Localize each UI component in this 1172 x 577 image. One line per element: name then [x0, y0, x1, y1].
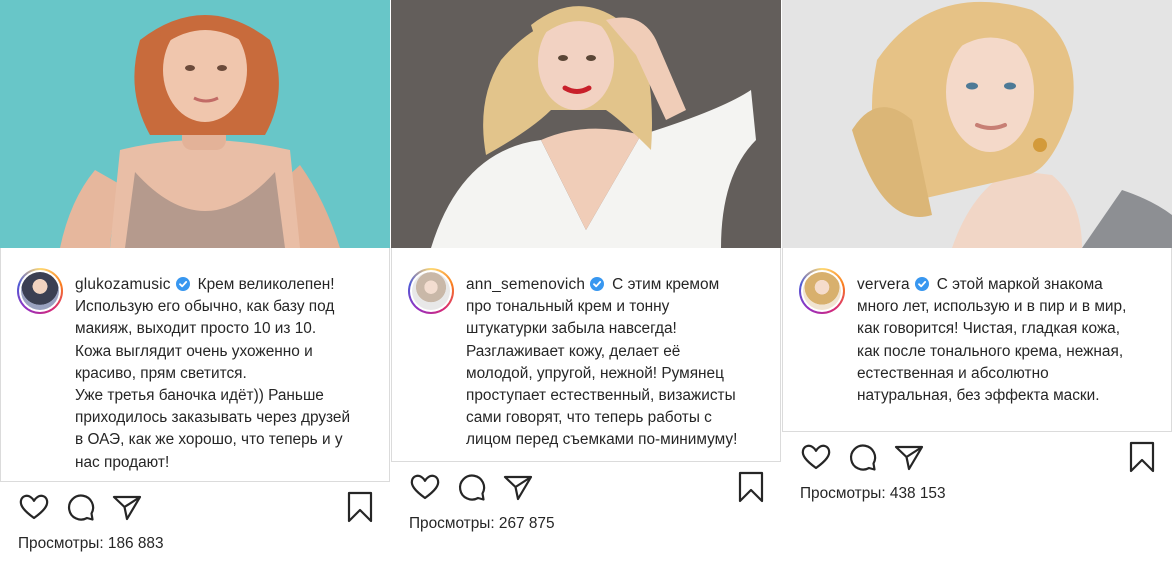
caption-line: как говорится! Чистая, гладкая кожа,	[857, 320, 1120, 338]
post-card: ververa С этой маркой знакома много лет, …	[782, 0, 1172, 577]
views-value: 186 883	[107, 535, 164, 552]
caption-line: много лет, использую и в пир и в мир,	[857, 298, 1127, 316]
caption-line: в ОАЭ, как же хорошо, что теперь и у	[75, 431, 343, 449]
caption-line: проступает естественный, визажисты	[466, 387, 736, 405]
post-caption: ann_semenovich С этим кремом про тональны…	[466, 274, 766, 452]
views-value: 438 153	[889, 485, 946, 502]
action-bar	[0, 490, 390, 530]
comment-icon	[849, 444, 877, 471]
comment-icon	[67, 494, 95, 521]
caption-line: Разглаживает кожу, делает её	[466, 342, 681, 360]
caption-line: С этой маркой знакома	[936, 276, 1103, 293]
views-value: 267 875	[498, 515, 555, 532]
caption-line: как после тонального крема, нежная,	[857, 342, 1124, 360]
caption-line: Крем великолепен!	[197, 276, 335, 293]
like-button[interactable]	[799, 440, 833, 474]
post-caption: glukozamusic Крем великолепен! Использую …	[75, 274, 375, 474]
avatar[interactable]	[408, 268, 454, 314]
caption-line: приходилось заказывать через друзей	[75, 409, 351, 427]
views-count: Просмотры: 438 153	[800, 485, 946, 503]
share-icon	[112, 495, 142, 521]
caption-line: Уже третья баночка идёт)) Раньше	[75, 387, 324, 405]
caption-line: красиво, прям светится.	[75, 364, 247, 382]
caption-line: макияж, выходит просто 10 из 10.	[75, 320, 317, 338]
verified-badge-icon	[914, 277, 929, 291]
bookmark-icon	[1129, 441, 1155, 473]
post-photo-image	[782, 0, 1172, 248]
post-card: ann_semenovich С этим кремом про тональны…	[391, 0, 781, 577]
comment-button[interactable]	[63, 490, 97, 524]
save-button[interactable]	[1125, 440, 1159, 474]
views-label: Просмотры:	[800, 485, 886, 502]
heart-icon	[410, 474, 440, 500]
post-card: glukozamusic Крем великолепен! Использую …	[0, 0, 390, 577]
like-button[interactable]	[17, 490, 51, 524]
post-photo-image	[391, 0, 781, 248]
views-count: Просмотры: 186 883	[18, 535, 164, 553]
heart-icon	[801, 444, 831, 470]
caption-line: сами говорят, что теперь работы с	[466, 409, 712, 427]
avatar-image	[21, 272, 59, 310]
caption-box: ververa С этой маркой знакома много лет, …	[782, 248, 1172, 432]
caption-line: Кожа выглядит очень ухоженно и	[75, 342, 313, 360]
post-photo[interactable]	[391, 0, 781, 248]
caption-box: ann_semenovich С этим кремом про тональны…	[391, 248, 781, 462]
views-count: Просмотры: 267 875	[409, 515, 555, 533]
username-link[interactable]: ververa	[857, 276, 910, 293]
action-bar	[782, 440, 1172, 480]
verified-badge-icon	[590, 277, 605, 291]
username-link[interactable]: glukozamusic	[75, 276, 171, 293]
save-button[interactable]	[343, 490, 377, 524]
avatar[interactable]	[799, 268, 845, 314]
caption-line: про тональный крем и тонну	[466, 298, 670, 316]
share-button[interactable]	[892, 440, 926, 474]
avatar[interactable]	[17, 268, 63, 314]
post-photo[interactable]	[0, 0, 390, 248]
share-button[interactable]	[501, 470, 535, 504]
caption-line: нас продают!	[75, 453, 170, 471]
username-link[interactable]: ann_semenovich	[466, 276, 585, 293]
avatar-image	[803, 272, 841, 310]
comment-icon	[458, 474, 486, 501]
caption-box: glukozamusic Крем великолепен! Использую …	[0, 248, 390, 482]
post-photo[interactable]	[782, 0, 1172, 248]
caption-line: лицом перед съемками по-минимуму!	[466, 431, 738, 449]
comment-button[interactable]	[845, 440, 879, 474]
post-photo-image	[0, 0, 390, 248]
share-icon	[894, 445, 924, 471]
views-label: Просмотры:	[409, 515, 495, 532]
verified-badge-icon	[175, 277, 190, 291]
caption-line: естественная и абсолютно	[857, 364, 1049, 382]
action-bar	[391, 470, 781, 510]
avatar-image	[412, 272, 450, 310]
caption-line: Использую его обычно, как базу под	[75, 298, 335, 316]
bookmark-icon	[738, 471, 764, 503]
like-button[interactable]	[408, 470, 442, 504]
comment-button[interactable]	[454, 470, 488, 504]
save-button[interactable]	[734, 470, 768, 504]
views-label: Просмотры:	[18, 535, 104, 552]
caption-line: молодой, упругой, нежной! Румянец	[466, 364, 724, 382]
share-button[interactable]	[110, 490, 144, 524]
heart-icon	[19, 494, 49, 520]
caption-line: штукатурки забыла навсегда!	[466, 320, 677, 338]
caption-line: С этим кремом	[612, 276, 720, 293]
bookmark-icon	[347, 491, 373, 523]
post-caption: ververa С этой маркой знакома много лет, …	[857, 274, 1157, 407]
caption-line: натуральная, без эффекта маски.	[857, 387, 1100, 405]
share-icon	[503, 475, 533, 501]
